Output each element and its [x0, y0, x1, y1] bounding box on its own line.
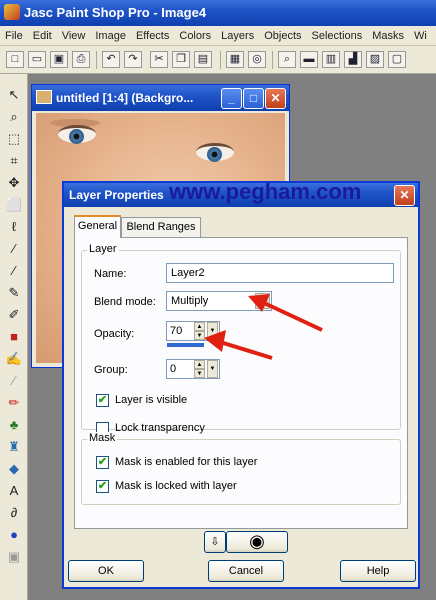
dialog-title: Layer Properties [69, 188, 164, 202]
menu-objects[interactable]: Objects [259, 30, 306, 42]
general-tab-panel: Layer Name: Blend mode: Multiply ▼ Opaci… [74, 237, 408, 529]
retouch-tool-icon[interactable]: ✍ [4, 350, 24, 368]
save-icon[interactable]: ▣ [50, 51, 68, 68]
watermark-text: www.pegham.com [169, 179, 362, 204]
paint-brush-icon[interactable]: ✎ [4, 284, 24, 302]
picture-tube-icon[interactable]: ♣ [4, 416, 24, 434]
arrow-tool-icon[interactable]: ↖ [4, 86, 24, 104]
menu-image[interactable]: Image [90, 30, 131, 42]
mask-group-legend: Mask [87, 432, 118, 444]
undo-icon[interactable]: ↶ [102, 51, 120, 68]
menu-window[interactable]: Wi [409, 30, 432, 42]
mask-locked-label: Mask is locked with layer [115, 480, 237, 492]
menu-view[interactable]: View [57, 30, 91, 42]
object-selector-icon[interactable]: ▣ [4, 548, 24, 566]
menu-edit[interactable]: Edit [28, 30, 57, 42]
group-label: Group: [94, 364, 128, 376]
tool-palette: ↖ ⌕ ⬚ ⌗ ✥ ⬜ ℓ ⁄ ⁄ ✎ ✐ ■ ✍ ⁄ ✏ ♣ ♜ ◆ A ∂ … [0, 74, 28, 600]
open-folder-icon[interactable]: ▭ [28, 51, 46, 68]
cancel-button[interactable]: Cancel [208, 560, 284, 582]
opacity-arrow-icon [204, 330, 273, 360]
selection-tool-icon[interactable]: ⬜ [4, 196, 24, 214]
app-title-bar: Jasc Paint Shop Pro - Image4 [0, 0, 436, 26]
color-bars-icon[interactable]: ▥ [322, 51, 340, 68]
deform-tool-icon[interactable]: ⬚ [4, 130, 24, 148]
toggle-toolbars-icon[interactable]: ▬ [300, 51, 318, 68]
spin-down-icon[interactable]: ▼ [194, 369, 205, 378]
tab-blend-ranges[interactable]: Blend Ranges [121, 217, 201, 237]
print-icon[interactable]: ⎙ [72, 51, 90, 68]
layer-name-input[interactable] [166, 263, 394, 283]
freehand-tool-icon[interactable]: ℓ [4, 218, 24, 236]
blend-mode-label: Blend mode: [94, 296, 156, 308]
mask-enabled-label: Mask is enabled for this layer [115, 456, 258, 468]
menu-bar: File Edit View Image Effects Colors Laye… [0, 26, 436, 46]
menu-file[interactable]: File [0, 30, 28, 42]
layer-visible-checkbox[interactable]: ✔ [96, 394, 109, 407]
dropper-tool-icon[interactable]: ⁄ [4, 262, 24, 280]
minimize-icon[interactable]: _ [221, 88, 242, 109]
group-value: 0 [170, 363, 177, 375]
browser-icon[interactable]: ▦ [226, 51, 244, 68]
image-thumbnail-icon [36, 90, 52, 104]
menu-masks[interactable]: Masks [367, 30, 409, 42]
move-tool-icon[interactable]: ✥ [4, 174, 24, 192]
magic-wand-icon[interactable]: ⁄ [4, 240, 24, 258]
color-replacer-icon[interactable]: ■ [4, 328, 24, 346]
eraser-tool-icon[interactable]: ✏ [4, 394, 24, 412]
ok-button[interactable]: OK [68, 560, 144, 582]
main-toolbar: □ ▭ ▣ ⎙ ↶ ↷ ✂ ❐ ▤ ▦ ◎ ⌕ ▬ ▥ ▟ ▨ ▢ [0, 46, 436, 74]
layer-properties-dialog: Layer Properties ✕ www.pegham.com Genera… [62, 179, 420, 589]
menu-effects[interactable]: Effects [131, 30, 174, 42]
image-window-title-bar: untitled [1:4] (Backgro... _ □ ✕ [32, 85, 289, 111]
clone-brush-icon[interactable]: ✐ [4, 306, 24, 324]
app-title: Jasc Paint Shop Pro - Image4 [24, 5, 207, 20]
menu-colors[interactable]: Colors [174, 30, 216, 42]
preset-shapes-icon[interactable]: ● [4, 526, 24, 544]
cut-icon[interactable]: ✂ [150, 51, 168, 68]
menu-layers[interactable]: Layers [216, 30, 259, 42]
opacity-value: 70 [170, 325, 183, 337]
globe-icon[interactable]: ◎ [248, 51, 266, 68]
opacity-slider-fill[interactable] [167, 343, 204, 347]
maximize-icon[interactable]: □ [243, 88, 264, 109]
flood-fill-icon[interactable]: ◆ [4, 460, 24, 478]
scratch-remover-icon[interactable]: ⁄ [4, 372, 24, 390]
name-label: Name: [94, 268, 127, 280]
redo-icon[interactable]: ↷ [124, 51, 142, 68]
opacity-label: Opacity: [94, 328, 135, 340]
paint-shop-pro-icon [4, 4, 20, 20]
menu-selections[interactable]: Selections [307, 30, 368, 42]
zoom-tool-icon[interactable]: ⌕ [4, 108, 24, 126]
copy-icon[interactable]: ❐ [172, 51, 190, 68]
proof-eye-icon[interactable]: ◉ [226, 531, 288, 553]
layer-visible-label: Layer is visible [115, 394, 188, 406]
tab-general[interactable]: General [74, 215, 121, 238]
text-tool-icon[interactable]: A [4, 482, 24, 500]
mask-group: Mask ✔ Mask is enabled for this layer ✔ … [81, 432, 401, 505]
image-window-title: untitled [1:4] (Backgro... [56, 91, 194, 105]
mask-enabled-checkbox[interactable]: ✔ [96, 456, 109, 469]
histogram-icon[interactable]: ▟ [344, 51, 362, 68]
mask-locked-checkbox[interactable]: ✔ [96, 480, 109, 493]
close-icon[interactable]: ✕ [265, 88, 286, 109]
help-button[interactable]: Help [340, 560, 416, 582]
blend-mode-value: Multiply [171, 295, 209, 307]
zoom-icon[interactable]: ⌕ [278, 51, 296, 68]
layer-group-legend: Layer [87, 243, 119, 255]
layer-palette-icon[interactable]: ▨ [366, 51, 384, 68]
airbrush-icon[interactable]: ♜ [4, 438, 24, 456]
crop-tool-icon[interactable]: ⌗ [4, 152, 24, 170]
new-file-icon[interactable]: □ [6, 51, 24, 68]
dialog-close-icon[interactable]: ✕ [394, 185, 415, 206]
paste-icon[interactable]: ▤ [194, 51, 212, 68]
lock-transparency-label: Lock transparency [115, 422, 205, 434]
auto-proof-button[interactable]: ⇩ [204, 531, 226, 553]
overview-window-icon[interactable]: ▢ [388, 51, 406, 68]
draw-tool-icon[interactable]: ∂ [4, 504, 24, 522]
